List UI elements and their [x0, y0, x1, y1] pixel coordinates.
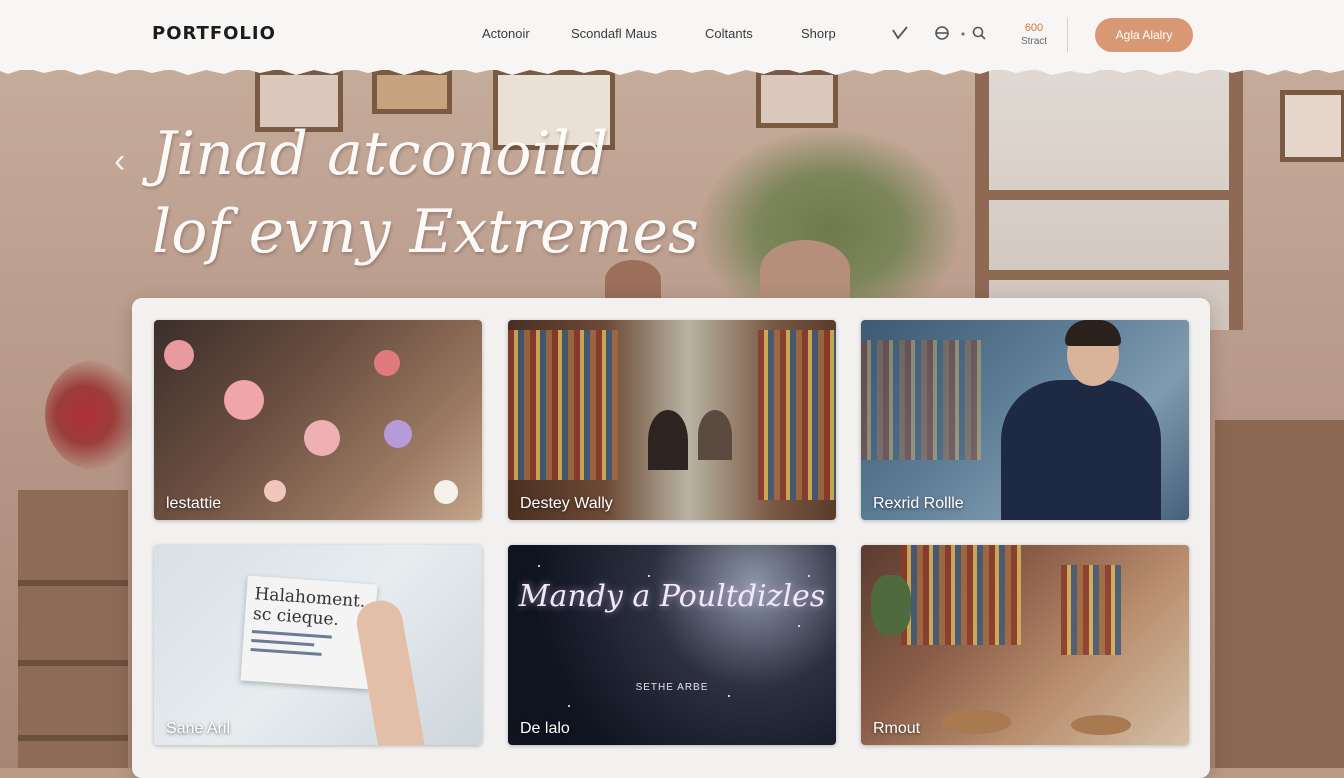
card-label: Sane Aril: [166, 720, 231, 737]
search-icon[interactable]: [968, 22, 990, 44]
headline-line-1: Jinad atconoild: [152, 119, 609, 189]
gallery-card[interactable]: Mandy a Poultdizles SETHE ARBE De lalo: [508, 545, 836, 745]
card-label: Rmout: [873, 720, 921, 737]
hand-image: [353, 597, 425, 745]
check-icon[interactable]: [889, 22, 911, 44]
gallery-card[interactable]: Halahoment.. sc cieque. Sane Aril: [154, 545, 482, 745]
nav-link-3[interactable]: Coltants: [705, 26, 753, 41]
counter-label: Stract: [1020, 36, 1048, 47]
chevron-left-icon[interactable]: ‹: [114, 142, 125, 181]
card-label: lestattie: [166, 495, 222, 512]
background-person: [760, 240, 850, 300]
menu-icon[interactable]: [932, 22, 954, 44]
left-shelf: [18, 490, 128, 768]
note-text: Halahoment.. sc cieque.: [252, 584, 372, 631]
hero-headline: Jinad atconoild lof evny Extremes: [152, 115, 772, 271]
card-label: De lalo: [520, 720, 570, 737]
header-divider: [1067, 18, 1068, 52]
wall-picture: [1280, 90, 1344, 162]
stats-counter: 600 Stract: [1012, 22, 1056, 47]
gallery-card[interactable]: Rexrid Rollle: [861, 320, 1189, 520]
torn-paper-edge: [0, 62, 1344, 75]
nav-link-4[interactable]: Shorp: [801, 26, 836, 41]
site-logo[interactable]: PORTFOLIO: [152, 23, 276, 44]
flowers-decoration: [45, 360, 145, 470]
nav-link-2[interactable]: Scondafl Maus: [571, 26, 657, 41]
top-navbar: PORTFOLIO Actonoir Scondafl Maus Coltant…: [0, 0, 1344, 70]
gallery-card[interactable]: Rmout: [861, 545, 1189, 745]
cta-button[interactable]: Agla Alalry: [1095, 18, 1193, 52]
counter-value: 600: [1024, 22, 1044, 34]
headline-line-2: lof evny Extremes: [152, 197, 699, 267]
nav-link-1[interactable]: Actonoir: [482, 26, 530, 41]
card-artwork-subtitle: SETHE ARBE: [635, 682, 709, 693]
card-label: Rexrid Rollle: [873, 495, 964, 512]
background-window: [975, 70, 1243, 330]
gallery-card[interactable]: lestattie: [154, 320, 482, 520]
note-paper: Halahoment.. sc cieque.: [240, 575, 378, 690]
right-shelf: [1215, 420, 1344, 768]
gallery-card[interactable]: Destey Wally: [508, 320, 836, 520]
card-label: Destey Wally: [520, 495, 613, 512]
gallery-panel: lestattie Destey Wally Rexrid Rollle Hal…: [132, 298, 1210, 778]
card-artwork-title: Mandy a Poultdizles: [518, 579, 826, 614]
